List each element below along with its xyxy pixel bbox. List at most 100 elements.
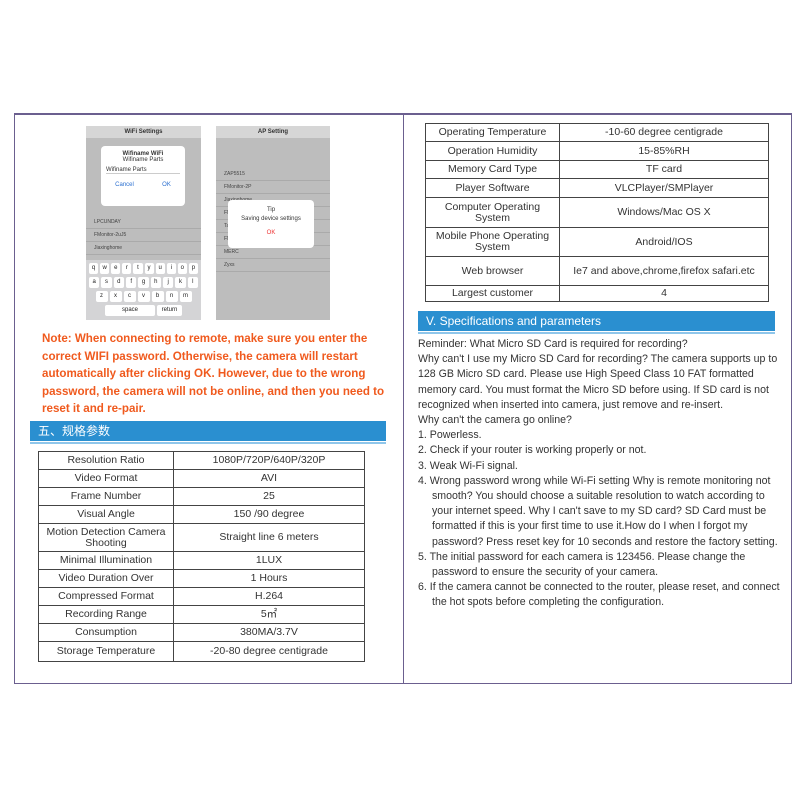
network-item[interactable]: ZAP5515 <box>216 168 330 181</box>
spec-value: Windows/Mac OS X <box>559 197 769 228</box>
column-divider <box>403 113 404 684</box>
password-field[interactable]: Wifiname Parts <box>106 167 180 174</box>
table-row: Motion Detection Camera Shooting Straight… <box>38 523 365 552</box>
spec-label: Largest customer <box>425 285 560 302</box>
table-row: Largest customer 4 <box>425 285 769 302</box>
spec-label: Video Format <box>38 469 174 488</box>
section-header-specs: V. Specifications and parameters <box>418 311 775 334</box>
faq-item: 1. Powerless. <box>418 429 482 442</box>
spec-value: 25 <box>173 487 365 506</box>
spec-label: Consumption <box>38 623 174 642</box>
dialog-subtitle: Wifiname Parts <box>122 157 164 163</box>
key[interactable]: y <box>144 263 154 274</box>
key[interactable]: g <box>138 277 149 288</box>
spec-value: 4 <box>559 285 769 302</box>
table-row: Minimal Illumination 1LUX <box>38 551 365 570</box>
key[interactable]: u <box>155 263 165 274</box>
table-row: Video Duration Over 1 Hours <box>38 569 365 588</box>
network-item[interactable]: LPCUNDAY <box>86 216 201 229</box>
key[interactable]: h <box>150 277 161 288</box>
cancel-button[interactable]: Cancel <box>115 182 134 188</box>
keyboard: q w e r t y u i o p a s d f g h j k l z x c v b n m space return <box>86 260 201 320</box>
key[interactable]: k <box>175 277 186 288</box>
key[interactable]: p <box>188 263 198 274</box>
online-question: Why can't the camera go online? <box>418 414 572 427</box>
ok-button[interactable]: OK <box>228 230 314 236</box>
key[interactable]: j <box>162 277 174 288</box>
spec-value: -20-80 degree centigrade <box>173 641 365 662</box>
spec-value: VLCPlayer/SMPlayer <box>559 178 769 198</box>
spec-value: Ie7 and above,chrome,firefox safari.etc <box>559 256 769 286</box>
key[interactable]: r <box>122 263 132 274</box>
reminder: Reminder: What Micro SD Card is required… <box>418 338 688 350</box>
key[interactable]: v <box>137 291 150 302</box>
table-row: Visual Angle 150 /90 degree <box>38 505 365 524</box>
spec-label: Recording Range <box>38 605 174 624</box>
phone-title: AP Setting <box>216 126 330 138</box>
table-row: Web browser Ie7 and above,chrome,firefox … <box>425 256 769 286</box>
spec-value: Straight line 6 meters <box>173 523 365 552</box>
network-item[interactable]: FMonitor-2uJ5 <box>86 229 201 242</box>
return-key[interactable]: return <box>157 305 182 316</box>
faq-item: 3. Weak Wi-Fi signal. <box>418 459 518 472</box>
table-row: Recording Range 5㎡ <box>38 605 365 624</box>
faq-item: 4. Wrong password wrong while Wi-Fi sett… <box>418 474 778 548</box>
spec-label: Storage Temperature <box>38 641 174 662</box>
table-row: Operating Temperature -10-60 degree centi… <box>425 123 769 142</box>
ok-button[interactable]: OK <box>162 182 171 188</box>
spec-value: 1 Hours <box>173 569 365 588</box>
space-key[interactable]: space <box>105 305 155 316</box>
wifi-password-dialog: Wifiname WiFi Wifiname Parts Wifiname Pa… <box>101 146 185 206</box>
key[interactable]: q <box>89 263 99 274</box>
table-row: Compressed Format H.264 <box>38 587 365 606</box>
key[interactable]: i <box>166 263 176 274</box>
phone-screenshot-ap: AP Setting ZAP5515FMonitor-2PJiaxinghome… <box>216 126 330 320</box>
key[interactable]: d <box>113 277 124 288</box>
table-row: Frame Number 25 <box>38 487 365 506</box>
table-row: Memory Card Type TF card <box>425 160 769 179</box>
spec-label: Minimal Illumination <box>38 551 174 570</box>
dialog-title: Tip <box>266 207 276 213</box>
table-row: Player Software VLCPlayer/SMPlayer <box>425 178 769 198</box>
spec-value: -10-60 degree centigrade <box>559 123 769 142</box>
spec-label: Player Software <box>425 178 560 198</box>
phone-title: WiFi Settings <box>86 126 201 138</box>
key[interactable]: m <box>179 291 192 302</box>
faq-text: Reminder: What Micro SD Card is required… <box>418 337 788 611</box>
spec-label: Mobile Phone Operating System <box>425 227 560 257</box>
key[interactable]: n <box>165 291 178 302</box>
tip-dialog: Tip Saving device settings OK <box>228 200 314 248</box>
key[interactable]: a <box>89 277 100 288</box>
wifi-note: Note: When connecting to remote, make su… <box>42 332 385 415</box>
network-item[interactable]: FMonitor-2P <box>216 181 330 194</box>
table-row: Mobile Phone Operating System Android/IOS <box>425 227 769 257</box>
table-row: Video Format AVI <box>38 469 365 488</box>
key[interactable]: c <box>123 291 136 302</box>
phone-screenshot-wifi: WiFi Settings LPCUNDAY FMonitor-2uJ5 Jiaxi… <box>86 126 201 320</box>
spec-label: Web browser <box>425 256 560 286</box>
key[interactable]: b <box>151 291 164 302</box>
spec-value: 380MA/3.7V <box>173 623 365 642</box>
key[interactable]: l <box>187 277 198 288</box>
key[interactable]: w <box>100 263 110 274</box>
spec-label: Memory Card Type <box>425 160 560 179</box>
key[interactable]: x <box>109 291 122 302</box>
spec-label: Visual Angle <box>38 505 174 524</box>
spec-value: AVI <box>173 469 365 488</box>
faq-item: 2. Check if your router is working prope… <box>418 444 647 457</box>
sd-card-answer: Why can't I use my Micro SD Card for rec… <box>418 353 778 411</box>
key[interactable]: t <box>133 263 143 274</box>
spec-label: Motion Detection Camera Shooting <box>38 523 174 552</box>
key[interactable]: s <box>101 277 112 288</box>
key[interactable]: z <box>95 291 108 302</box>
spec-value: 1080P/720P/640P/320P <box>173 451 365 470</box>
spec-value: TF card <box>559 160 769 179</box>
key[interactable]: o <box>177 263 187 274</box>
network-item[interactable]: Zyxs <box>216 259 330 272</box>
key[interactable]: f <box>126 277 137 288</box>
table-row: Operation Humidity 15-85%RH <box>425 141 769 161</box>
table-row: Consumption 380MA/3.7V <box>38 623 365 642</box>
key[interactable]: e <box>111 263 121 274</box>
network-item[interactable]: Jiaxinghome <box>86 242 201 255</box>
spec-label: Compressed Format <box>38 587 174 606</box>
